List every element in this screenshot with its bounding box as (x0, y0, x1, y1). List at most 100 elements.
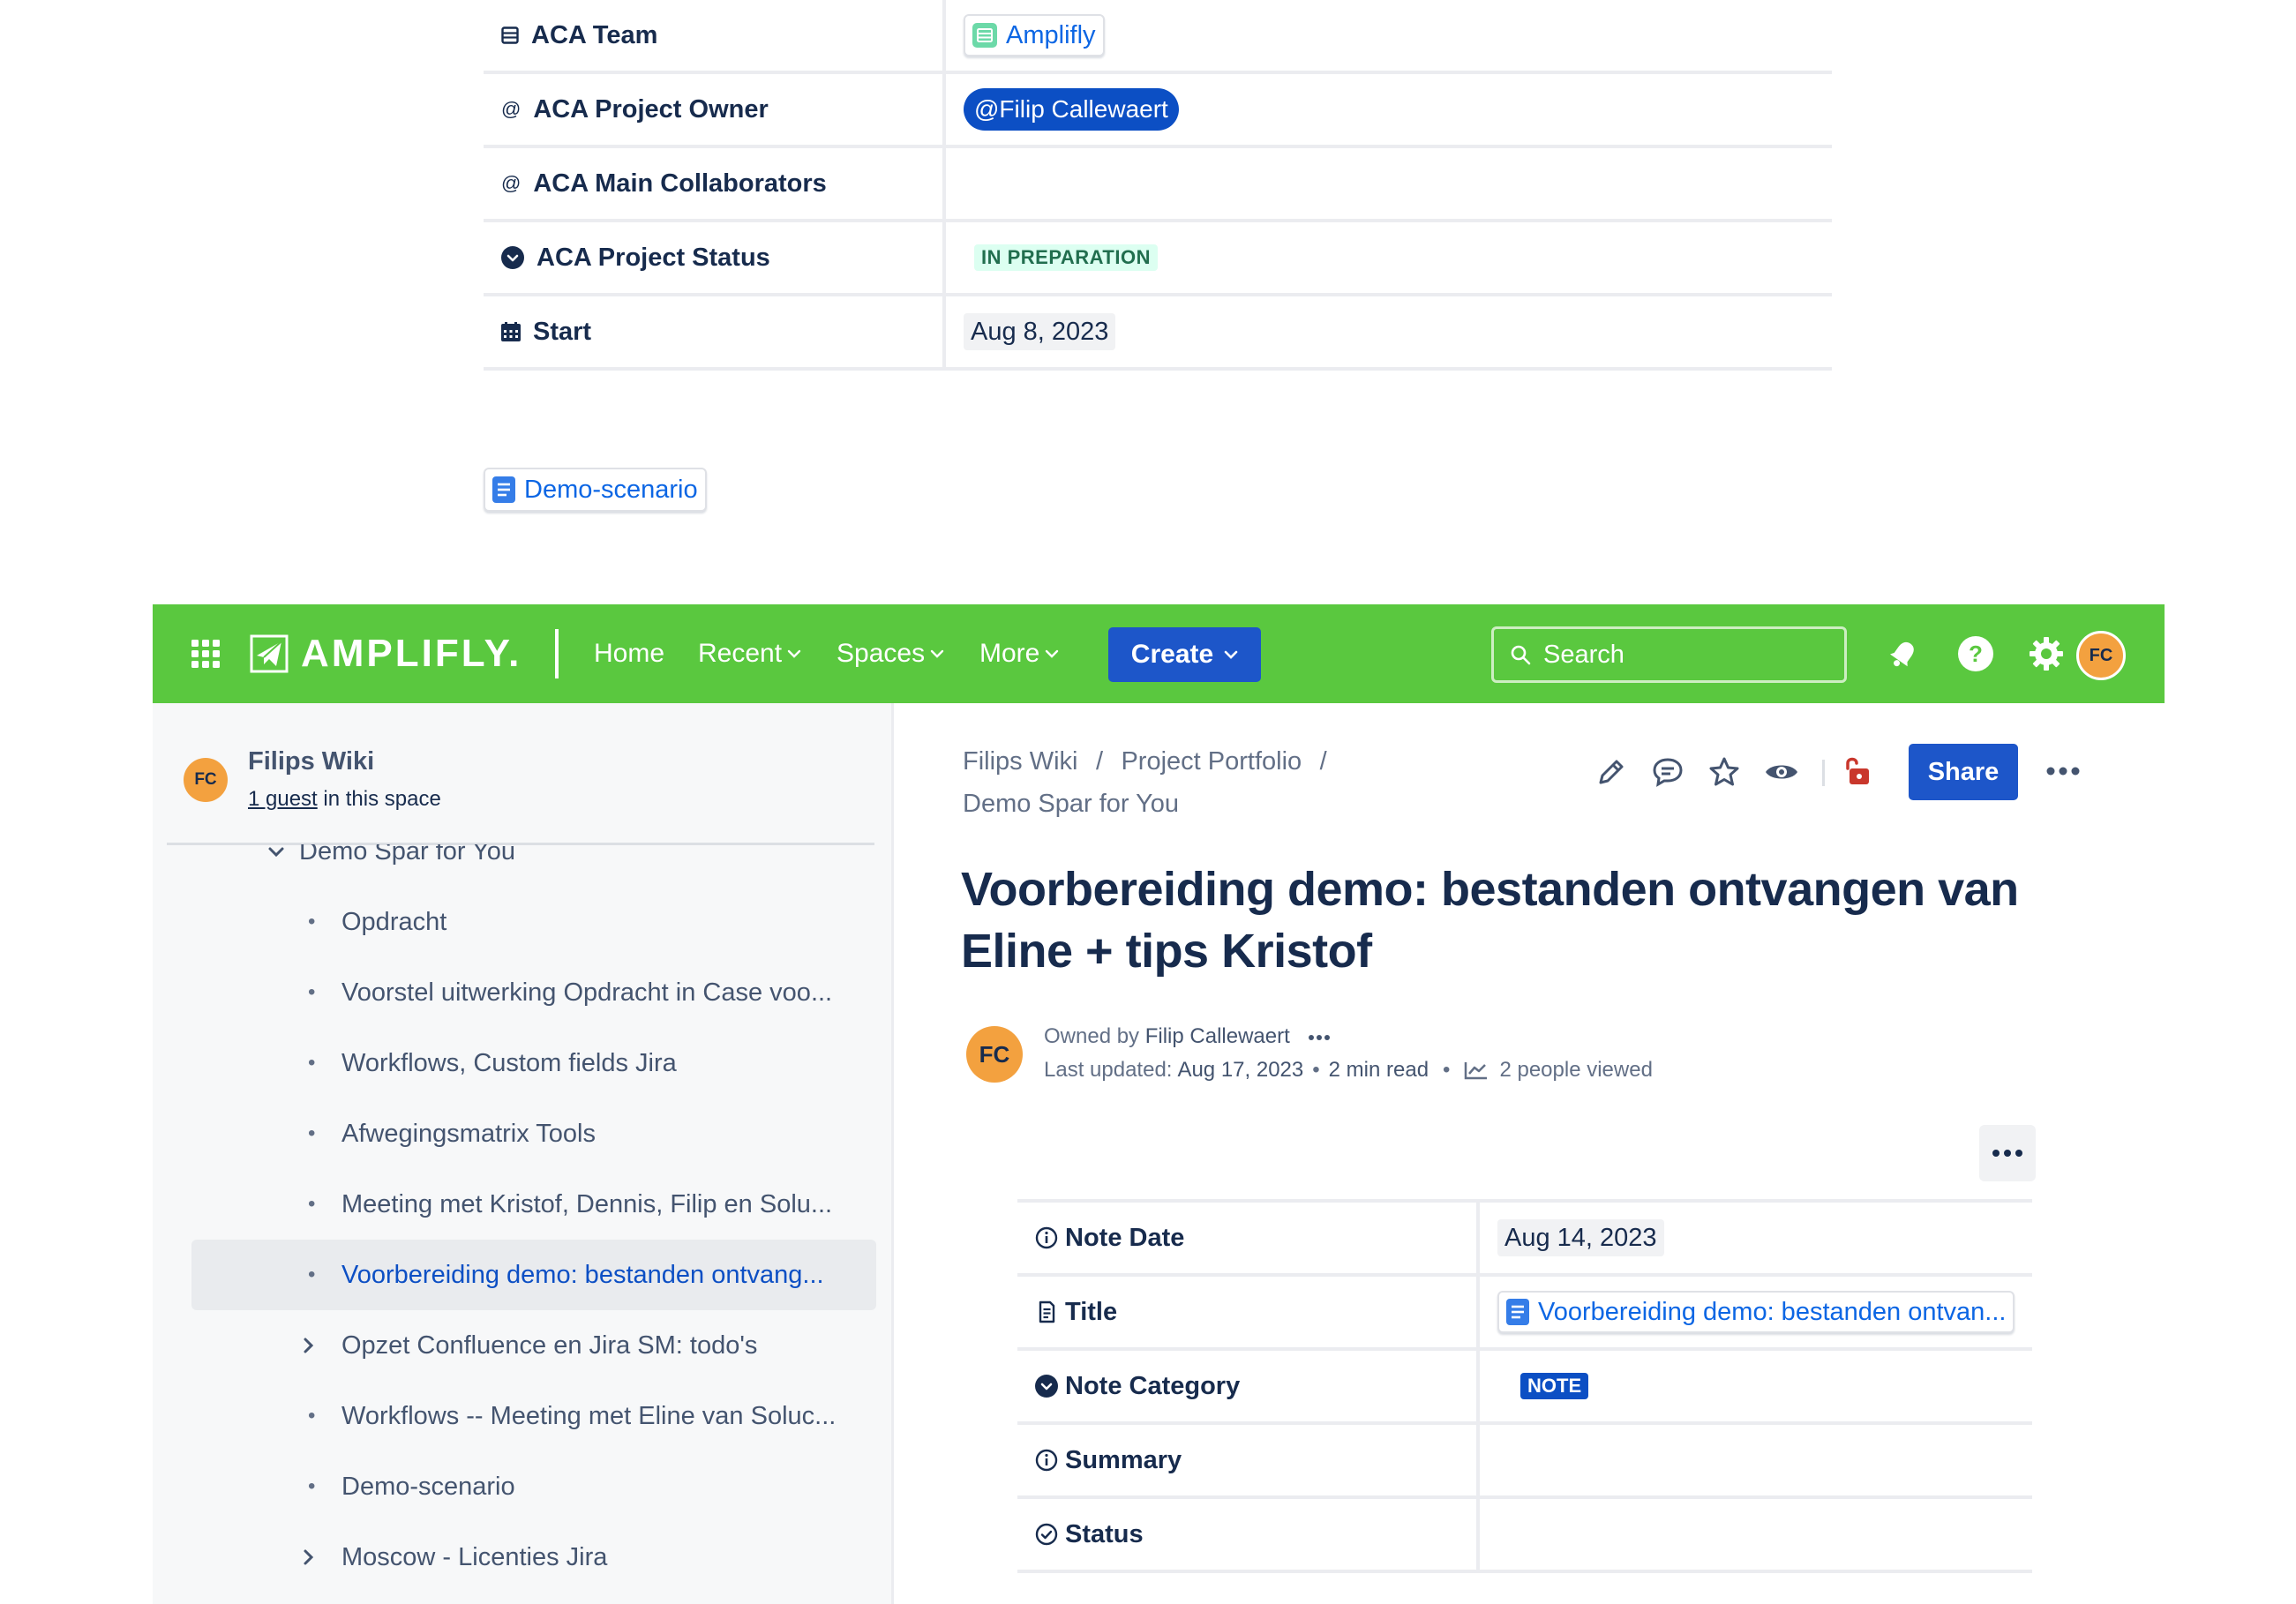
database-icon (972, 23, 997, 48)
space-name[interactable]: Filips Wiki (248, 747, 374, 776)
tree-item[interactable]: • Meeting met Kristof, Dennis, Filip en S… (191, 1171, 876, 1238)
chevron-down-icon (930, 649, 944, 658)
chevron-down-icon (1046, 649, 1059, 658)
tree-item[interactable]: • Opdracht (191, 888, 876, 956)
byline-owner: Owned by Filip Callewaert (1044, 1024, 1331, 1049)
breadcrumb-item[interactable]: Filips Wiki (963, 747, 1078, 776)
unlock-restrictions-icon[interactable] (1841, 754, 1872, 788)
property-row: ACA Team Amplifly (484, 0, 1832, 74)
check-circle-icon (1035, 1523, 1058, 1546)
status-lozenge[interactable]: IN PREPARATION (974, 244, 1158, 271)
page-icon (492, 476, 515, 503)
property-key: ACA Main Collaborators (533, 169, 827, 198)
property-key: ACA Project Owner (533, 94, 769, 124)
user-avatar[interactable]: FC (2076, 631, 2126, 680)
space-avatar[interactable]: FC (184, 758, 228, 802)
tree-item-label: Workflows -- Meeting met Eline van Soluc… (341, 1401, 837, 1430)
guest-suffix: in this space (317, 787, 441, 811)
owner-name[interactable]: Filip Callewaert (1145, 1024, 1290, 1048)
more-actions-icon[interactable] (2046, 767, 2080, 776)
bullet-icon: • (308, 1263, 316, 1286)
tree-item-label: Demo-scenario (341, 1472, 515, 1501)
dot-separator: • (1312, 1058, 1320, 1082)
watch-eye-icon[interactable] (1764, 756, 1799, 788)
logo-text: AMPLIFLY. (294, 629, 555, 678)
guest-link[interactable]: 1 guest (248, 787, 318, 811)
star-icon[interactable] (1707, 756, 1741, 788)
dot-separator: • (1443, 1058, 1451, 1082)
breadcrumb-item[interactable]: Demo Spar for You (963, 790, 1179, 819)
amplifly-logo[interactable]: AMPLIFLY. (244, 629, 559, 678)
bullet-icon: • (308, 980, 316, 1004)
help-icon[interactable]: ? (1953, 631, 1999, 677)
breadcrumb: Filips Wiki / Project Portfolio / (963, 747, 1327, 776)
property-value-empty[interactable] (964, 148, 1811, 219)
calendar-icon (501, 322, 521, 341)
note-date-value[interactable]: Aug 14, 2023 (1497, 1219, 1664, 1256)
property-row: @ ACA Project Owner @Filip Callewaert (484, 74, 1832, 148)
read-time: 2 min read (1328, 1058, 1429, 1082)
tree-item[interactable]: • Afwegingsmatrix Tools (191, 1100, 876, 1167)
property-row: Note Date Aug 14, 2023 (1017, 1203, 2032, 1277)
property-row: ACA Project Status IN PREPARATION (484, 222, 1832, 296)
amplifly-database-link[interactable]: Amplifly (964, 14, 1105, 56)
svg-text:?: ? (1969, 641, 1983, 667)
app-switcher-icon[interactable] (191, 640, 220, 668)
property-row: Start Aug 8, 2023 (484, 296, 1832, 371)
settings-gear-icon[interactable] (2023, 631, 2069, 677)
tree-item[interactable]: • Workflows, Custom fields Jira (191, 1030, 876, 1097)
chevron-right-icon[interactable] (303, 1548, 315, 1566)
space-sidebar: FC Filips Wiki 1 guest in this space Dem… (153, 703, 894, 1604)
tree-item-label: Afwegingsmatrix Tools (341, 1119, 596, 1148)
property-row: Title Voorbereiding demo: bestanden ontv… (1017, 1277, 2032, 1351)
byline-meta: Last updated: Aug 17, 2023 • 2 min read … (1044, 1058, 1653, 1083)
date-value[interactable]: Aug 8, 2023 (964, 313, 1116, 350)
page-title: Voorbereiding demo: bestanden ontvangen … (961, 863, 2019, 978)
properties-more-button[interactable] (1979, 1125, 2036, 1181)
viewers-count[interactable]: 2 people viewed (1499, 1058, 1652, 1083)
guest-info: 1 guest in this space (248, 787, 441, 812)
notifications-icon[interactable] (1880, 631, 1926, 677)
tree-item-label: Workflows, Custom fields Jira (341, 1048, 677, 1077)
dropdown-circle-icon (1035, 1375, 1058, 1398)
nav-home[interactable]: Home (594, 604, 664, 703)
chevron-right-icon[interactable] (303, 1337, 315, 1354)
property-row: Summary (1017, 1425, 2032, 1499)
category-lozenge[interactable]: NOTE (1520, 1373, 1589, 1399)
property-row: Note Category NOTE (1017, 1351, 2032, 1425)
comment-icon[interactable] (1651, 756, 1684, 788)
tree-item[interactable]: Opzet Confluence en Jira SM: todo's (191, 1312, 876, 1379)
nav-more[interactable]: More (979, 604, 1059, 703)
nav-spaces[interactable]: Spaces (837, 604, 944, 703)
link-label: Demo-scenario (524, 475, 698, 504)
info-circle-icon (1035, 1226, 1058, 1249)
property-key: Note Date (1065, 1223, 1185, 1252)
bullet-icon: • (308, 1192, 316, 1216)
tree-item[interactable]: Moscow - Licenties Jira (191, 1524, 876, 1591)
user-mention[interactable]: @Filip Callewaert (964, 88, 1179, 131)
tree-item-label: Voorstel uitwerking Opdracht in Case voo… (341, 978, 833, 1007)
search-input[interactable]: Search (1491, 626, 1847, 683)
paper-plane-icon (250, 634, 289, 673)
edit-pencil-icon[interactable] (1595, 756, 1627, 788)
status-value-empty[interactable] (1497, 1499, 2027, 1570)
tree-item-label: Meeting met Kristof, Dennis, Filip en So… (341, 1189, 833, 1218)
owner-avatar[interactable]: FC (966, 1026, 1023, 1083)
tree-item-active[interactable]: • Voorbereiding demo: bestanden ontvang..… (191, 1240, 876, 1310)
tree-item[interactable]: • Workflows -- Meeting met Eline van Solu… (191, 1383, 876, 1450)
breadcrumb-separator: / (1319, 747, 1327, 776)
tree-item[interactable]: • Demo-scenario (191, 1453, 876, 1520)
nav-recent[interactable]: Recent (698, 604, 801, 703)
info-circle-icon (1035, 1449, 1058, 1472)
summary-value-empty[interactable] (1497, 1425, 2027, 1495)
title-page-link[interactable]: Voorbereiding demo: bestanden ontvan... (1497, 1291, 2015, 1333)
share-button[interactable]: Share (1909, 744, 2018, 800)
breadcrumb-item[interactable]: Project Portfolio (1121, 747, 1302, 776)
owner-more-icon[interactable] (1308, 1034, 1331, 1041)
demo-scenario-link[interactable]: Demo-scenario (484, 468, 707, 512)
database-icon (501, 26, 519, 44)
space-header: FC Filips Wiki 1 guest in this space (153, 703, 891, 844)
tree-item[interactable]: • Voorstel uitwerking Opdracht in Case vo… (191, 959, 876, 1026)
updated-date[interactable]: Aug 17, 2023 (1177, 1058, 1303, 1083)
create-button[interactable]: Create (1108, 627, 1261, 682)
